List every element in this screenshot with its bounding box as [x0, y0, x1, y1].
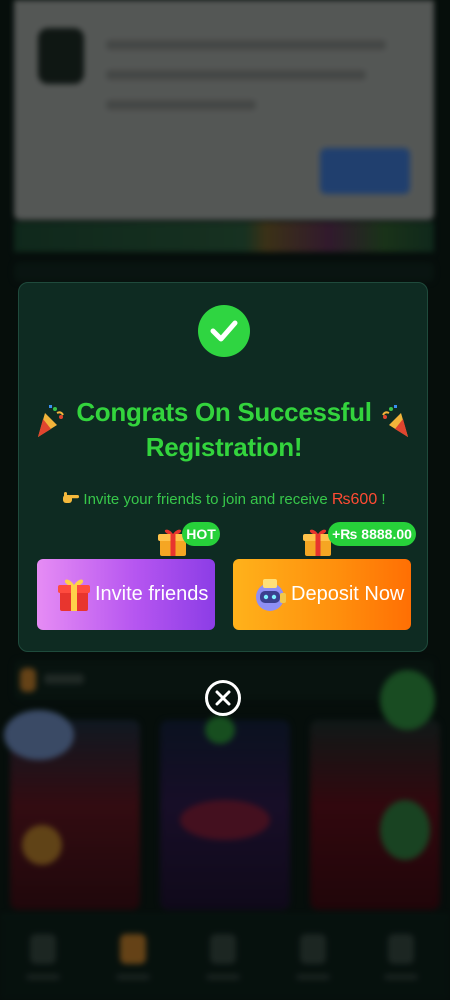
party-popper-icon — [382, 405, 408, 437]
pointing-hand-icon — [63, 492, 80, 503]
check-icon — [198, 305, 250, 357]
registration-success-dialog: Congrats On Successful Registration! Inv… — [18, 282, 428, 652]
deposit-now-button[interactable]: Deposit Now — [233, 559, 411, 630]
invite-reward-text: Invite your friends to join and receive … — [19, 490, 429, 509]
invite-reward-suffix: ! — [377, 491, 386, 508]
robot-wallet-icon — [256, 579, 286, 611]
invite-friends-button[interactable]: Invite friends — [37, 559, 215, 630]
close-icon — [215, 690, 231, 706]
deposit-bonus-badge: +₨ 8888.00 — [328, 522, 416, 546]
hot-badge: HOT — [182, 522, 220, 546]
gift-icon — [58, 579, 90, 611]
invite-reward-label: Invite your friends to join and receive — [83, 491, 332, 508]
party-popper-icon — [38, 405, 64, 437]
dialog-title: Congrats On Successful Registration! — [76, 397, 372, 462]
deposit-now-label: Deposit Now — [291, 583, 405, 605]
close-dialog-button[interactable] — [205, 680, 241, 716]
invite-reward-amount: ₨600 — [331, 491, 378, 508]
invite-friends-label: Invite friends — [95, 583, 209, 605]
